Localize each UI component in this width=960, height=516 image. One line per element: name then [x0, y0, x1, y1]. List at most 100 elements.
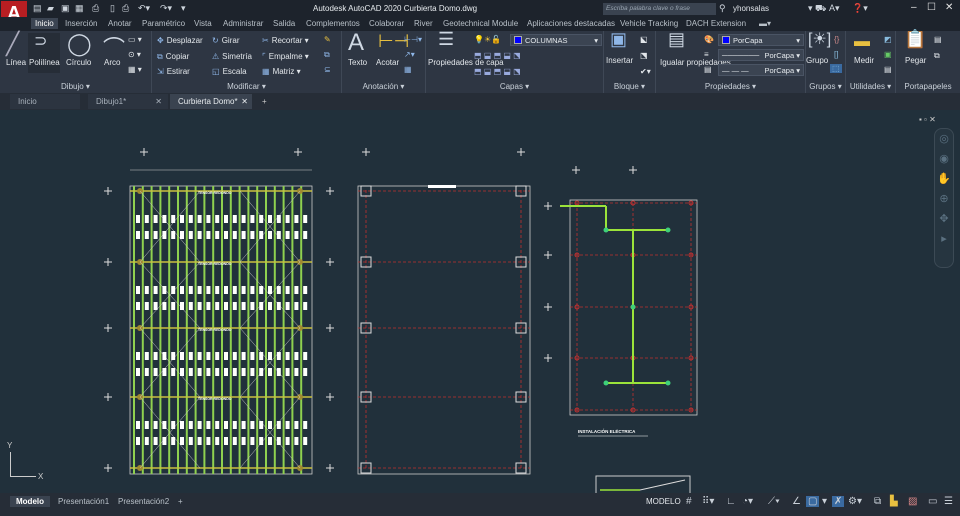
layer-tools-row1[interactable]: ⬒ ⬓ ⬒ ⬓ ⬔: [474, 51, 521, 60]
layer-state-icons[interactable]: 💡☀🔓: [474, 35, 501, 44]
navigation-bar[interactable]: ◎ ◉ ✋ ⊕ ✥ ▸: [934, 128, 954, 268]
panel-label[interactable]: Modificar ▾: [152, 82, 341, 91]
cut-icon[interactable]: ▤: [934, 35, 942, 44]
group-select-icon[interactable]: ⬚: [830, 64, 842, 73]
help-icon[interactable]: ❓▾: [852, 3, 868, 14]
group-button[interactable]: Grupo: [806, 56, 828, 65]
line-button[interactable]: Línea: [6, 58, 26, 67]
layout-tab-modelo[interactable]: Modelo: [10, 496, 50, 507]
tab-inicio[interactable]: Inicio: [31, 18, 58, 29]
open-file-icon[interactable]: ▰: [47, 3, 54, 14]
save-icon[interactable]: ▣: [61, 3, 70, 14]
id-point-icon[interactable]: ▣: [884, 50, 892, 59]
explode-icon[interactable]: ⊆: [324, 65, 331, 74]
new-tab-button[interactable]: +: [254, 94, 275, 109]
osnap-icon[interactable]: ⟋▾: [768, 496, 780, 507]
print-icon[interactable]: ⎙: [122, 3, 129, 14]
ungroup-icon[interactable]: {}: [834, 35, 839, 44]
panel-label[interactable]: Grupos ▾: [806, 82, 845, 91]
close-tab-icon[interactable]: ✕: [155, 97, 162, 106]
doc-tab-curbierta-domo[interactable]: Curbierta Domo* ✕: [170, 94, 252, 109]
annotation-scale-icon[interactable]: ✗: [832, 496, 845, 507]
plot-icon[interactable]: ⎙: [92, 3, 99, 14]
layer-dropdown[interactable]: COLUMNAS ▾: [510, 34, 602, 46]
copy-button[interactable]: ⧉ Copiar: [157, 52, 189, 62]
tab-parametrico[interactable]: Paramétrico: [142, 19, 185, 28]
tab-insercion[interactable]: Inserción: [65, 19, 97, 28]
model-space-button[interactable]: MODELO: [646, 497, 681, 506]
panel-label[interactable]: Anotación ▾: [342, 82, 425, 91]
layout-tab-presentacion1[interactable]: Presentación1: [52, 496, 115, 507]
trim-button[interactable]: ✂ Recortar ▾: [262, 36, 309, 45]
offset-icon[interactable]: ⧉: [324, 50, 330, 60]
quick-select-icon[interactable]: ◩: [884, 35, 892, 44]
array-button[interactable]: ▦ Matriz ▾: [262, 67, 301, 76]
color-dropdown[interactable]: PorCapa ▾: [718, 34, 804, 46]
mirror-button[interactable]: ⚠ Simetría: [212, 52, 252, 61]
tab-vista[interactable]: Vista: [194, 19, 212, 28]
doc-tab-dibujo1[interactable]: Dibujo1* ✕: [88, 94, 168, 109]
tab-aplicaciones[interactable]: Aplicaciones destacadas: [527, 19, 615, 28]
isolate-icon[interactable]: ▨: [908, 496, 917, 507]
panel-label[interactable]: Capas ▾: [426, 82, 603, 91]
layer-tools-row2[interactable]: ⬒ ⬓ ⬒ ⬓ ⬔: [474, 67, 521, 76]
edit-icon[interactable]: ✎: [324, 35, 331, 44]
arc-button[interactable]: Arco: [104, 58, 120, 67]
share-icon[interactable]: ▯: [110, 3, 115, 14]
color-wheel-icon[interactable]: 🎨: [704, 35, 714, 44]
tab-dach[interactable]: DACH Extension: [686, 19, 746, 28]
snap-icon[interactable]: ⠿▾: [702, 496, 714, 507]
units-icon[interactable]: ▙: [890, 496, 898, 507]
fullscreen-icon[interactable]: ▭: [928, 496, 937, 507]
tab-colaborar[interactable]: Colaborar: [369, 19, 404, 28]
attribute-icon[interactable]: ✔▾: [640, 67, 651, 76]
calculator-icon[interactable]: ▤: [884, 65, 892, 74]
new-file-icon[interactable]: ▤: [33, 3, 42, 14]
nav-tools-icon[interactable]: ◎ ◉ ✋ ⊕ ✥ ▸: [935, 129, 953, 249]
selection-cycling-icon[interactable]: ▢: [806, 496, 820, 507]
lineweight-dropdown[interactable]: ─────── PorCapa ▾: [718, 49, 804, 61]
text-button[interactable]: Texto: [348, 58, 367, 67]
tab-salida[interactable]: Salida: [273, 19, 295, 28]
layout-tab-presentacion2[interactable]: Presentación2: [112, 496, 175, 507]
rotate-button[interactable]: ↻ Girar: [212, 36, 239, 45]
hatch-icon[interactable]: ▦ ▾: [128, 65, 142, 74]
customize-icon[interactable]: ▾: [181, 3, 186, 14]
leader-icon[interactable]: ↗▾: [404, 50, 415, 59]
panel-label[interactable]: Bloque ▾: [604, 82, 655, 91]
dimension-button[interactable]: Acotar: [376, 58, 399, 67]
panel-label[interactable]: Propiedades ▾: [656, 82, 805, 91]
user-name[interactable]: yhonsalas: [733, 4, 769, 13]
add-layout-button[interactable]: +: [172, 496, 189, 507]
isometric-icon[interactable]: ∠: [792, 496, 801, 507]
cart-icon[interactable]: ▾ ⛟: [808, 3, 826, 15]
drawing-canvas[interactable]: TENSOR REDONDO TENSOR REDONDO TENSOR REDON…: [0, 110, 960, 497]
close-button[interactable]: ✕: [945, 2, 953, 13]
maximize-button[interactable]: ☐: [927, 2, 936, 13]
tab-vehicle-tracking[interactable]: Vehicle Tracking: [620, 19, 678, 28]
polyline-button[interactable]: ⊃ Polilínea: [28, 33, 60, 73]
ribbon-toggle-icon[interactable]: ▬▾: [759, 19, 771, 28]
dropdown-icon[interactable]: ▾: [822, 496, 827, 507]
autodesk-icon[interactable]: A▾: [829, 3, 840, 14]
minimize-button[interactable]: –: [911, 2, 917, 13]
edit-block-icon[interactable]: ⬔: [640, 51, 648, 60]
circle-button[interactable]: Círculo: [66, 58, 91, 67]
table-icon[interactable]: ▦: [404, 65, 412, 74]
ortho-icon[interactable]: ∟: [726, 496, 736, 507]
polar-icon[interactable]: ◔▾: [742, 496, 753, 507]
panel-label[interactable]: Portapapeles: [896, 82, 960, 91]
linear-dim-icon[interactable]: ⊢⊣▾: [404, 35, 422, 44]
panel-label[interactable]: Utilidades ▾: [846, 82, 895, 91]
undo-icon[interactable]: ↶▾: [138, 3, 150, 14]
panel-label[interactable]: Dibujo ▾: [0, 82, 151, 91]
scale-button[interactable]: ◱ Escala: [212, 67, 247, 76]
insert-button[interactable]: Insertar: [606, 56, 633, 65]
binoculars-icon[interactable]: ⚲: [719, 3, 726, 14]
tab-river[interactable]: River: [414, 19, 433, 28]
close-tab-icon[interactable]: ✕: [241, 97, 248, 106]
workspace-gear-icon[interactable]: ⚙▾: [848, 496, 862, 507]
redo-icon[interactable]: ↷▾: [160, 3, 172, 14]
group-edit-icon[interactable]: []: [834, 50, 838, 59]
viewport-controls[interactable]: ▪ ▫ ✕: [919, 115, 936, 124]
